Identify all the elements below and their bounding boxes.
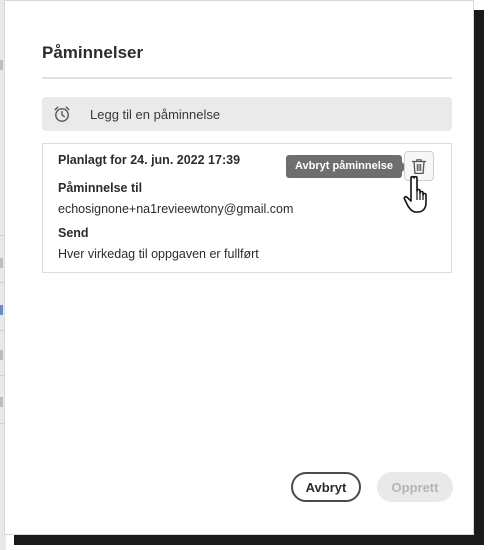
background-mark (0, 60, 3, 70)
alarm-clock-icon (54, 106, 70, 122)
background-mark (0, 397, 3, 407)
reminders-dialog: Påminnelser Legg til en påminnelse Planl… (4, 0, 474, 535)
title-divider (42, 77, 452, 79)
trash-icon (411, 158, 427, 174)
reminder-recipient-heading: Påminnelse til (58, 181, 143, 195)
add-reminder-button[interactable]: Legg til en påminnelse (42, 97, 452, 131)
cancel-button[interactable]: Avbryt (291, 472, 361, 502)
delete-reminder-tooltip: Avbryt påminnelse (286, 155, 408, 178)
reminder-scheduled-text: Planlagt for 24. jun. 2022 17:39 (58, 153, 241, 167)
background-mark (0, 350, 3, 360)
background-link-mark (0, 305, 3, 315)
background-mark (0, 258, 3, 268)
create-button[interactable]: Opprett (377, 472, 453, 502)
dialog-title: Påminnelser (42, 43, 144, 62)
reminder-send-value: Hver virkedag til oppgaven er fullført (58, 247, 259, 261)
reminder-recipient-value: echosignone+na1revieewtony@gmail.com (58, 202, 294, 216)
add-reminder-label: Legg til en påminnelse (90, 106, 221, 122)
hand-pointer-cursor (403, 175, 427, 213)
reminder-send-heading: Send (58, 226, 89, 240)
